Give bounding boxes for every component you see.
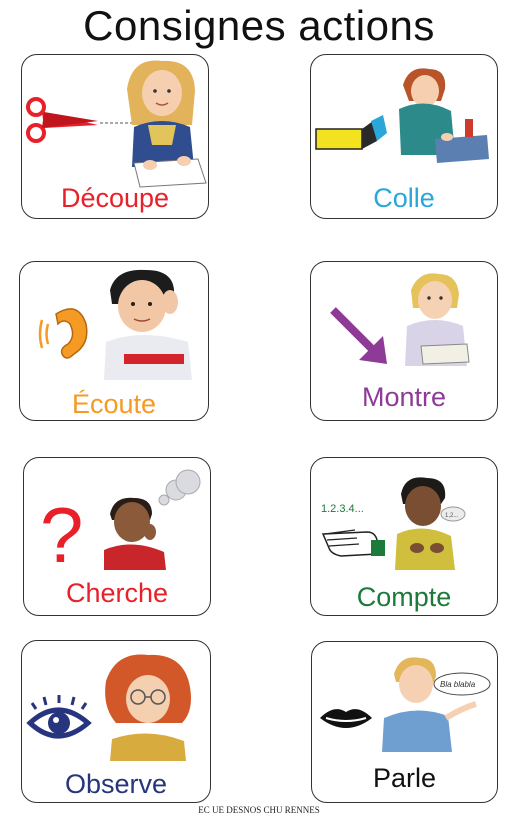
svg-text:?: ?: [40, 491, 83, 579]
girl-cutting-illustration: [127, 60, 207, 188]
boy-listening-illustration: [104, 269, 192, 380]
girl-gluing-illustration: [399, 68, 489, 163]
card-decoupe: Découpe: [21, 54, 209, 219]
girl-pointing-illustration: [405, 273, 470, 366]
eye-icon: [26, 695, 92, 739]
boy-talking-illustration: Bla blabla: [382, 657, 491, 752]
card-observe: Observe: [21, 640, 211, 803]
card-compte-label: Compte: [356, 582, 452, 612]
card-montre-label: Montre: [361, 382, 447, 412]
boy-counting-illustration: 1,2...: [395, 477, 466, 570]
arrow-down-right-icon: [330, 307, 387, 364]
card-compte: 1.2.3.4... 1,2... Compte: [310, 457, 498, 616]
boy-thinking-illustration: [104, 469, 201, 570]
card-colle: Colle: [310, 54, 498, 219]
card-ecoute: Écoute: [19, 261, 209, 421]
card-cherche-label: Cherche: [65, 578, 169, 608]
child-observing-illustration: [105, 654, 191, 761]
glue-stick-icon: [315, 115, 387, 150]
footer-credit: EC UE DESNOS CHU RENNES: [198, 805, 320, 815]
speech-bubble-text: Bla blabla: [440, 680, 476, 689]
card-cherche: ? Cherche: [23, 457, 211, 616]
counting-hand-icon: 1.2.3.4...: [321, 503, 385, 557]
scissors-icon: [26, 97, 132, 143]
question-mark-icon: ?: [40, 491, 83, 579]
card-montre: Montre: [310, 261, 498, 421]
card-ecoute-label: Écoute: [71, 389, 157, 419]
card-decoupe-label: Découpe: [60, 183, 170, 213]
counting-text: 1.2.3.4...: [321, 503, 364, 515]
card-observe-label: Observe: [64, 769, 168, 799]
mouth-icon: [320, 709, 372, 728]
card-parle: Bla blabla Parle: [311, 641, 498, 803]
counting-bubble-text: 1,2...: [445, 513, 459, 519]
card-colle-label: Colle: [373, 183, 435, 213]
ear-icon: [38, 308, 88, 359]
page-title: Consignes actions: [83, 2, 435, 49]
card-parle-label: Parle: [372, 763, 437, 793]
